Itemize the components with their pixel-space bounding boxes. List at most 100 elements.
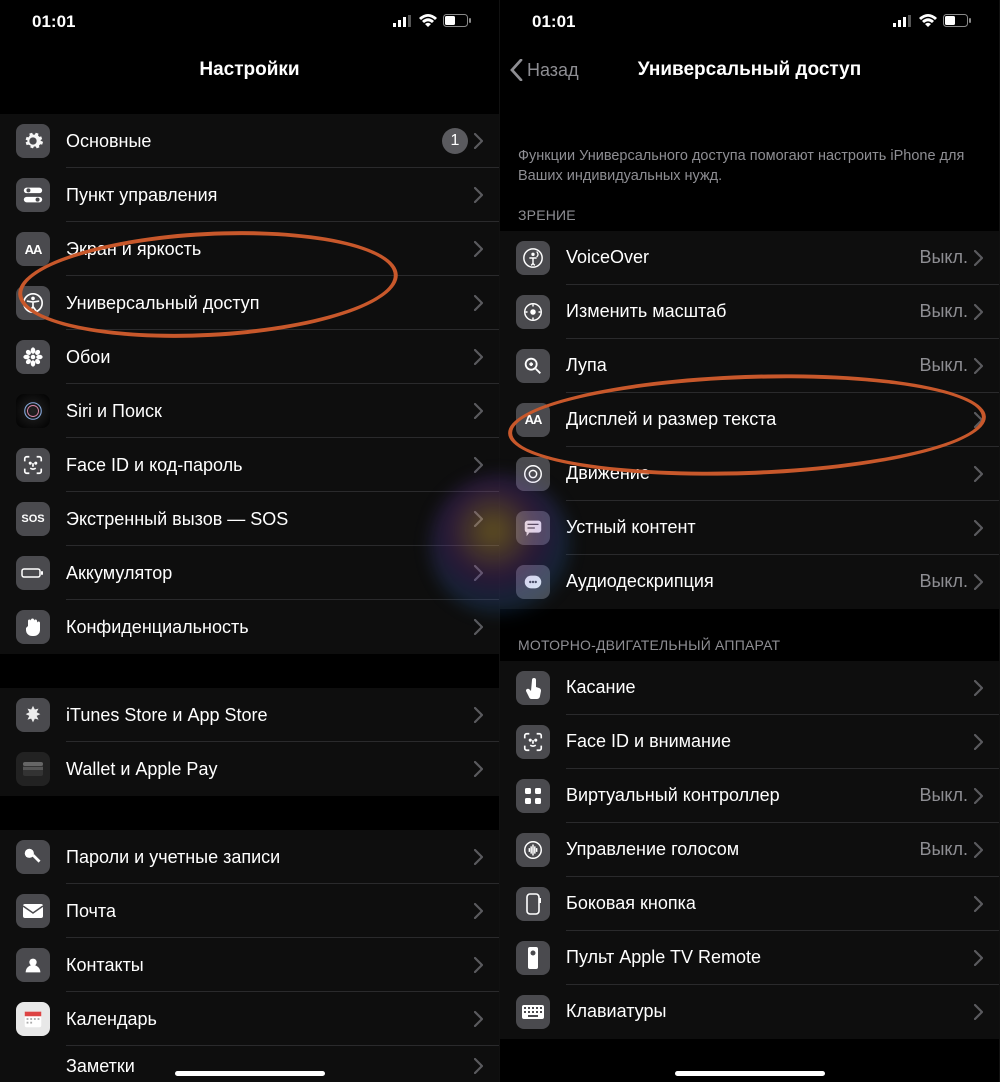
chevron-right-icon xyxy=(474,1011,499,1027)
page-title: Настройки xyxy=(199,59,299,81)
row-siri[interactable]: Siri и Поиск xyxy=(0,384,499,438)
chevron-right-icon xyxy=(474,349,499,365)
row-value: Выкл. xyxy=(919,355,974,376)
chevron-right-icon xyxy=(974,950,999,966)
row-contacts[interactable]: Контакты xyxy=(0,938,499,992)
row-label: Календарь xyxy=(50,1009,474,1030)
row-label: Движение xyxy=(550,463,974,484)
badge: 1 xyxy=(442,128,468,154)
row-label: Аудиодескрипция xyxy=(550,571,919,592)
settings-list[interactable]: Основные 1 Пункт управления AA Экран и я… xyxy=(0,96,499,1082)
row-label: VoiceOver xyxy=(550,247,919,268)
status-bar: 01:01 xyxy=(500,0,999,44)
row-label: Виртуальный контроллер xyxy=(550,785,919,806)
wallet-icon xyxy=(16,752,50,786)
faceid-icon xyxy=(516,725,550,759)
row-calendar[interactable]: Календарь xyxy=(0,992,499,1046)
vision-group: VoiceOver Выкл. Изменить масштаб Выкл. Л… xyxy=(500,231,999,609)
audio-description-icon xyxy=(516,565,550,599)
appstore-icon xyxy=(16,698,50,732)
accessibility-list[interactable]: Функции Универсального доступа помогают … xyxy=(500,96,999,1039)
chevron-right-icon xyxy=(974,788,999,804)
row-label: Wallet и Apple Pay xyxy=(50,759,474,780)
row-display-brightness[interactable]: AA Экран и яркость xyxy=(0,222,499,276)
siri-icon xyxy=(16,394,50,428)
speech-icon xyxy=(516,511,550,545)
back-label: Назад xyxy=(527,60,579,81)
row-control-center[interactable]: Пункт управления xyxy=(0,168,499,222)
chevron-right-icon xyxy=(474,241,499,257)
signal-icon xyxy=(893,12,913,32)
row-accessibility[interactable]: Универсальный доступ xyxy=(0,276,499,330)
row-battery[interactable]: Аккумулятор xyxy=(0,546,499,600)
row-faceid[interactable]: Face ID и код-пароль xyxy=(0,438,499,492)
row-privacy[interactable]: Конфиденциальность xyxy=(0,600,499,654)
hand-icon xyxy=(16,610,50,644)
sos-icon: SOS xyxy=(16,502,50,536)
status-icons xyxy=(893,12,971,32)
row-voice-control[interactable]: Управление голосом Выкл. xyxy=(500,823,999,877)
back-button[interactable]: Назад xyxy=(510,59,579,81)
chevron-right-icon xyxy=(474,295,499,311)
row-zoom[interactable]: Изменить масштаб Выкл. xyxy=(500,285,999,339)
row-faceid-attention[interactable]: Face ID и внимание xyxy=(500,715,999,769)
row-wallet[interactable]: Wallet и Apple Pay xyxy=(0,742,499,796)
home-indicator[interactable] xyxy=(675,1071,825,1076)
row-apple-tv-remote[interactable]: Пульт Apple TV Remote xyxy=(500,931,999,985)
chevron-right-icon xyxy=(474,903,499,919)
touch-icon xyxy=(516,671,550,705)
chevron-right-icon xyxy=(974,412,999,428)
row-label: Почта xyxy=(50,901,474,922)
row-switch-control[interactable]: Виртуальный контроллер Выкл. xyxy=(500,769,999,823)
wifi-icon xyxy=(419,12,437,32)
row-spoken-content[interactable]: Устный контент xyxy=(500,501,999,555)
chevron-right-icon xyxy=(474,849,499,865)
row-label: Обои xyxy=(50,347,474,368)
row-itunes[interactable]: iTunes Store и App Store xyxy=(0,688,499,742)
row-value: Выкл. xyxy=(919,785,974,806)
page-title: Универсальный доступ xyxy=(638,59,861,81)
status-time: 01:01 xyxy=(532,12,575,32)
row-magnifier[interactable]: Лупа Выкл. xyxy=(500,339,999,393)
row-mail[interactable]: Почта xyxy=(0,884,499,938)
chevron-right-icon xyxy=(474,1058,499,1074)
row-voiceover[interactable]: VoiceOver Выкл. xyxy=(500,231,999,285)
row-label: Универсальный доступ xyxy=(50,293,474,314)
motor-group: Касание Face ID и внимание Виртуальный к… xyxy=(500,661,999,1039)
row-sos[interactable]: SOS Экстренный вызов — SOS xyxy=(0,492,499,546)
chevron-right-icon xyxy=(974,358,999,374)
chevron-right-icon xyxy=(974,466,999,482)
side-button-icon xyxy=(516,887,550,921)
row-keyboards[interactable]: Клавиатуры xyxy=(500,985,999,1039)
nav-bar: Настройки xyxy=(0,44,499,96)
chevron-right-icon xyxy=(474,707,499,723)
chevron-right-icon xyxy=(974,896,999,912)
mail-icon xyxy=(16,894,50,928)
row-motion[interactable]: Движение xyxy=(500,447,999,501)
chevron-right-icon xyxy=(974,680,999,696)
chevron-right-icon xyxy=(474,403,499,419)
row-audio-description[interactable]: Аудиодескрипция Выкл. xyxy=(500,555,999,609)
switch-control-icon xyxy=(516,779,550,813)
row-notes[interactable]: Заметки xyxy=(0,1046,499,1082)
zoom-icon xyxy=(516,295,550,329)
row-touch[interactable]: Касание xyxy=(500,661,999,715)
home-indicator[interactable] xyxy=(175,1071,325,1076)
row-label: Пульт Apple TV Remote xyxy=(550,947,974,968)
battery-icon xyxy=(943,12,971,32)
row-general[interactable]: Основные 1 xyxy=(0,114,499,168)
wifi-icon xyxy=(919,12,937,32)
settings-group: iTunes Store и App Store Wallet и Apple … xyxy=(0,688,499,796)
row-label: Face ID и код-пароль xyxy=(50,455,474,476)
row-value: Выкл. xyxy=(919,571,974,592)
row-label: Экстренный вызов — SOS xyxy=(50,509,474,530)
row-passwords[interactable]: Пароли и учетные записи xyxy=(0,830,499,884)
row-side-button[interactable]: Боковая кнопка xyxy=(500,877,999,931)
nav-bar: Назад Универсальный доступ xyxy=(500,44,999,96)
row-display-text-size[interactable]: AA Дисплей и размер текста xyxy=(500,393,999,447)
row-label: iTunes Store и App Store xyxy=(50,705,474,726)
voice-control-icon xyxy=(516,833,550,867)
signal-icon xyxy=(393,12,413,32)
keyboard-icon xyxy=(516,995,550,1029)
row-wallpaper[interactable]: Обои xyxy=(0,330,499,384)
